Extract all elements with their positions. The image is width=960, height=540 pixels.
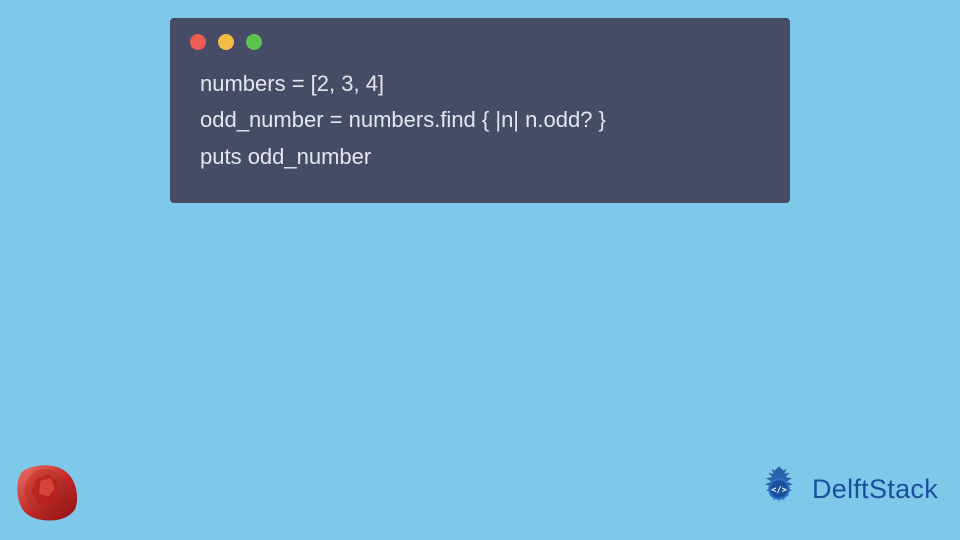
maximize-icon [246, 34, 262, 50]
brand-logo-icon: </> [752, 462, 806, 516]
code-line: puts odd_number [200, 144, 371, 169]
code-window: numbers = [2, 3, 4] odd_number = numbers… [170, 18, 790, 203]
code-line: numbers = [2, 3, 4] [200, 71, 384, 96]
window-titlebar [170, 18, 790, 60]
close-icon [190, 34, 206, 50]
brand: </> DelftStack [752, 462, 938, 516]
code-line: odd_number = numbers.find { |n| n.odd? } [200, 107, 606, 132]
minimize-icon [218, 34, 234, 50]
ruby-icon [14, 462, 80, 522]
brand-name: DelftStack [812, 474, 938, 505]
svg-text:</>: </> [771, 485, 787, 495]
code-block: numbers = [2, 3, 4] odd_number = numbers… [170, 60, 790, 181]
